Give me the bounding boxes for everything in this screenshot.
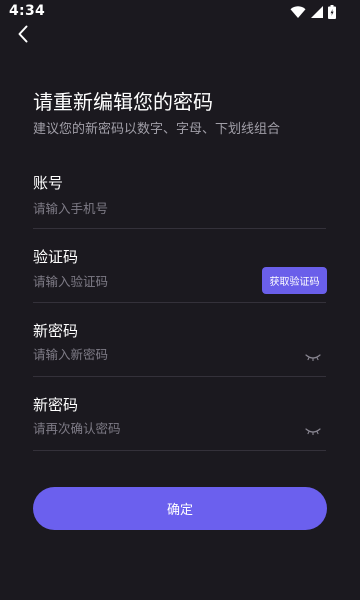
new-password-divider	[33, 376, 326, 377]
confirm-button[interactable]: 确定	[33, 487, 327, 530]
confirm-password-input[interactable]	[33, 417, 273, 439]
get-code-button[interactable]: 获取验证码	[262, 267, 327, 294]
reset-password-screen: 4:34 请重新编辑您的密码 建议您的新密码以数字、字母、下划线组合 账号 验证…	[0, 0, 360, 600]
phone-input[interactable]	[33, 197, 273, 219]
code-divider	[33, 302, 326, 303]
confirm-password-label: 新密码	[33, 396, 79, 414]
account-divider	[33, 228, 326, 229]
confirm-password-divider	[33, 450, 326, 451]
code-label: 验证码	[33, 248, 79, 266]
eye-closed-icon	[305, 346, 321, 365]
status-icons	[290, 5, 336, 19]
page-subtitle: 建议您的新密码以数字、字母、下划线组合	[33, 122, 281, 137]
new-password-visibility-toggle[interactable]	[304, 349, 322, 361]
new-password-label: 新密码	[33, 322, 79, 340]
account-label: 账号	[33, 174, 64, 192]
eye-closed-icon	[305, 420, 321, 439]
confirm-password-visibility-toggle[interactable]	[304, 423, 322, 435]
new-password-input[interactable]	[33, 343, 273, 365]
code-input[interactable]	[33, 270, 253, 292]
battery-icon	[328, 5, 336, 19]
wifi-icon	[290, 6, 306, 18]
status-time: 4:34	[9, 3, 46, 19]
chevron-left-icon	[17, 25, 29, 47]
status-bar: 4:34	[0, 0, 360, 24]
back-button[interactable]	[12, 25, 34, 47]
cellular-icon	[311, 6, 323, 18]
page-title: 请重新编辑您的密码	[33, 90, 213, 114]
